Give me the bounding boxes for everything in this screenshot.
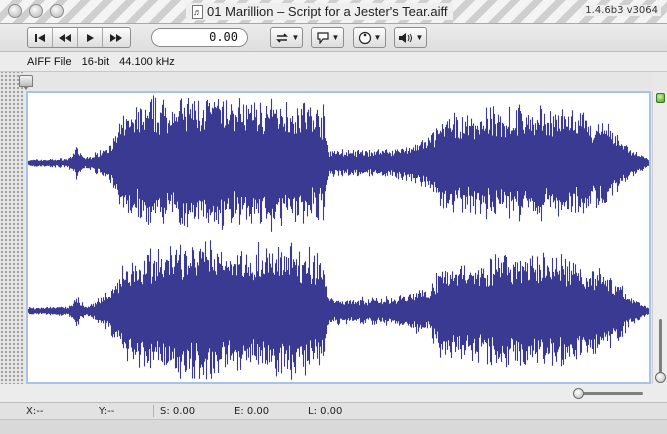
play-button[interactable] bbox=[78, 28, 103, 47]
timeline-ruler[interactable] bbox=[24, 72, 652, 88]
selection-end-readout: E: 0.00 bbox=[234, 406, 270, 417]
horizontal-zoom-slider-thumb[interactable] bbox=[573, 388, 584, 399]
playhead-marker[interactable] bbox=[19, 75, 33, 90]
cursor-x-readout: X:-- bbox=[26, 406, 44, 417]
vertical-zoom-bar bbox=[652, 91, 667, 384]
chevron-down-icon: ▼ bbox=[331, 33, 340, 42]
speed-dial-dropdown[interactable]: ▼ bbox=[353, 27, 386, 48]
version-label: 1.4.6b3 v3064 bbox=[582, 5, 661, 16]
file-type-label: AIFF File bbox=[27, 55, 72, 68]
skip-to-start-icon bbox=[35, 33, 45, 42]
window-title: 01 Marillion – Script for a Jester's Tea… bbox=[207, 4, 448, 19]
document-icon: ♬ bbox=[192, 4, 203, 19]
loop-icon bbox=[275, 32, 288, 43]
chevron-down-icon: ▼ bbox=[373, 33, 382, 42]
loop-mode-dropdown[interactable]: ▼ bbox=[270, 27, 303, 48]
waveform-view[interactable] bbox=[26, 91, 651, 384]
close-window-button[interactable] bbox=[8, 4, 22, 18]
skip-to-start-button[interactable] bbox=[28, 28, 53, 47]
toolbar: 0.00 ▼ ▼ ▼ ▼ bbox=[0, 24, 667, 52]
rewind-icon bbox=[59, 33, 71, 42]
chevron-down-icon: ▼ bbox=[415, 33, 424, 42]
window-title-container: ♬ 01 Marillion – Script for a Jester's T… bbox=[186, 3, 454, 20]
waveform-graphic bbox=[28, 95, 649, 380]
bit-depth-label: 16-bit bbox=[81, 55, 110, 68]
volume-dropdown[interactable]: ▼ bbox=[394, 27, 427, 48]
transport-controls bbox=[27, 27, 131, 48]
minimize-window-button[interactable] bbox=[29, 4, 43, 18]
fast-forward-icon bbox=[109, 33, 122, 42]
vertical-zoom-track[interactable] bbox=[659, 319, 662, 375]
dial-knob-icon bbox=[358, 31, 371, 44]
file-info-bar: AIFF File 16-bit 44.100 kHz bbox=[0, 52, 667, 72]
sample-rate-label: 44.100 kHz bbox=[119, 55, 175, 68]
waveform-path bbox=[28, 95, 649, 380]
fast-forward-button[interactable] bbox=[103, 28, 128, 47]
cursor-y-readout: Y:-- bbox=[99, 406, 115, 417]
title-bar[interactable]: ♬ 01 Marillion – Script for a Jester's T… bbox=[0, 0, 667, 24]
selection-start-readout: S: 0.00 bbox=[160, 406, 196, 417]
speech-bubble-icon bbox=[316, 31, 329, 44]
resize-grip-strip[interactable] bbox=[0, 72, 24, 402]
vertical-zoom-slider-thumb[interactable] bbox=[655, 372, 666, 383]
play-icon bbox=[87, 33, 94, 42]
rewind-button[interactable] bbox=[53, 28, 78, 47]
window-bottom-edge bbox=[0, 419, 667, 434]
speaker-volume-icon bbox=[398, 32, 412, 43]
level-indicator-icon[interactable] bbox=[656, 93, 665, 103]
status-divider bbox=[153, 405, 154, 417]
time-display-field[interactable]: 0.00 bbox=[151, 28, 248, 47]
selection-length-readout: L: 0.00 bbox=[308, 406, 343, 417]
chevron-down-icon: ▼ bbox=[291, 33, 300, 42]
status-bar: X:-- Y:-- S: 0.00 E: 0.00 L: 0.00 bbox=[0, 402, 667, 419]
horizontal-zoom-bar bbox=[0, 384, 667, 402]
marker-dropdown[interactable]: ▼ bbox=[311, 27, 344, 48]
zoom-window-button[interactable] bbox=[50, 4, 64, 18]
horizontal-zoom-track[interactable] bbox=[578, 392, 643, 395]
